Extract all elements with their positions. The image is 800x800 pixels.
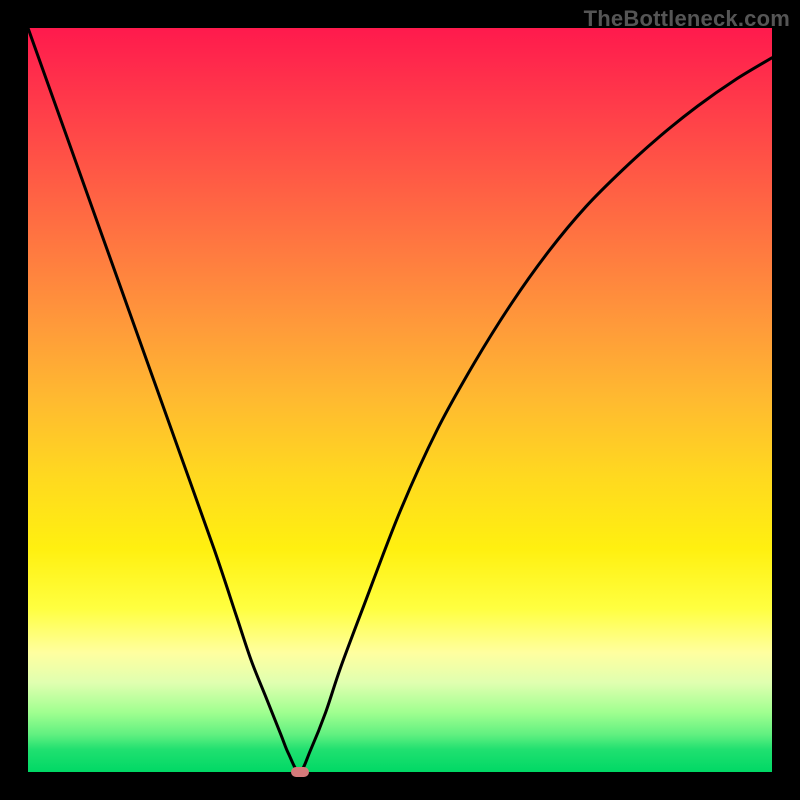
curve-svg bbox=[28, 28, 772, 772]
bottleneck-curve bbox=[28, 28, 772, 772]
chart-frame: TheBottleneck.com bbox=[0, 0, 800, 800]
plot-area bbox=[28, 28, 772, 772]
optimal-marker bbox=[291, 767, 309, 777]
watermark-text: TheBottleneck.com bbox=[584, 6, 790, 32]
